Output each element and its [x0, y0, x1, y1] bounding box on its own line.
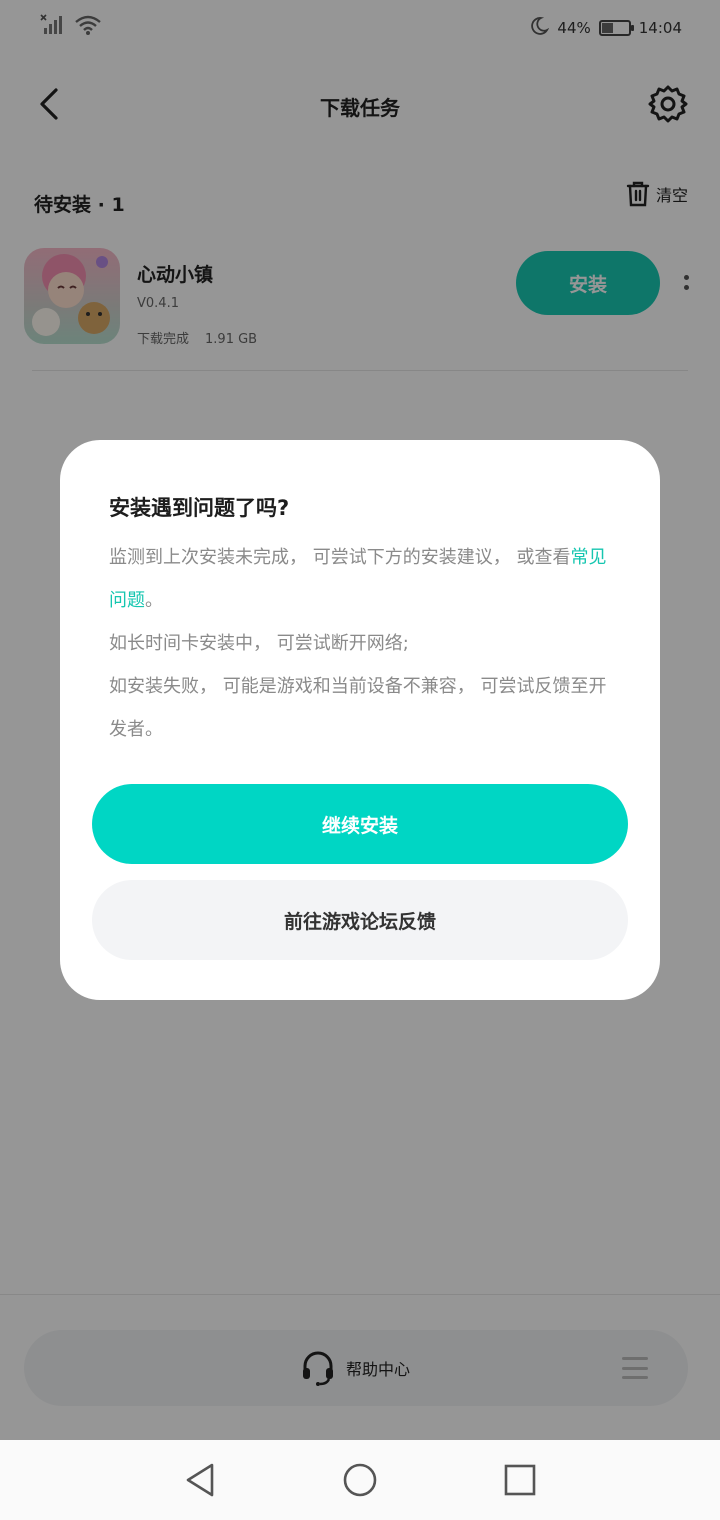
- forum-feedback-button[interactable]: 前往游戏论坛反馈: [92, 880, 628, 960]
- dialog-title: 安装遇到问题了吗?: [109, 496, 290, 520]
- dialog-text-line: 如安装失败， 可能是游戏和当前设备不兼容， 可尝试反馈至开发者。: [109, 676, 607, 740]
- dialog-text-line: 监测到上次安装未完成， 可尝试下方的安装建议， 或查看常见问题。: [109, 536, 609, 622]
- nav-home-button[interactable]: [340, 1460, 380, 1500]
- download-tasks-screen: 44% 14:04 下载任务 待安装 · 1 清空 心动小镇 V0.4.1 下载…: [0, 0, 720, 1440]
- square-recents-icon: [504, 1464, 536, 1496]
- dialog-text-line: 如长时间卡安装中， 可尝试断开网络;: [109, 633, 409, 654]
- nav-recents-button[interactable]: [500, 1460, 540, 1500]
- install-problem-dialog: 安装遇到问题了吗? 监测到上次安装未完成， 可尝试下方的安装建议， 或查看常见问…: [60, 440, 660, 1000]
- dialog-text: 监测到上次安装未完成， 可尝试下方的安装建议， 或查看: [109, 547, 571, 568]
- triangle-back-icon: [186, 1463, 214, 1497]
- nav-back-button[interactable]: [180, 1460, 220, 1500]
- dialog-text: 。: [145, 590, 163, 611]
- dialog-body: 监测到上次安装未完成， 可尝试下方的安装建议， 或查看常见问题。 如长时间卡安装…: [109, 536, 609, 751]
- system-nav-bar: [0, 1440, 720, 1520]
- circle-home-icon: [343, 1463, 377, 1497]
- continue-install-button[interactable]: 继续安装: [92, 784, 628, 864]
